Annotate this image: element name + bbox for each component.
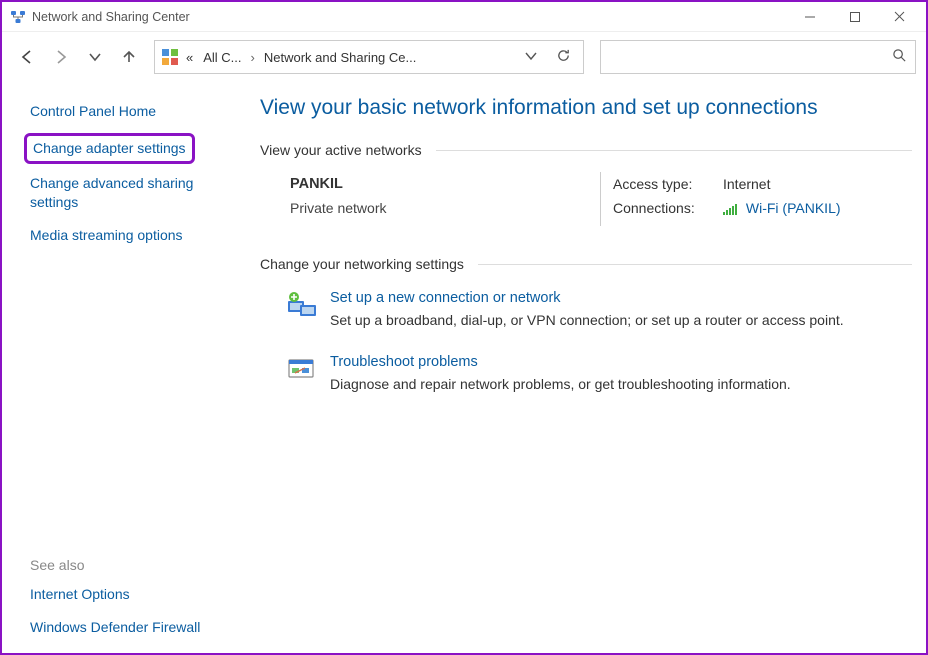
address-bar[interactable]: « All C... › Network and Sharing Ce... (154, 40, 584, 74)
minimize-button[interactable] (787, 3, 832, 31)
section-change-settings: Change your networking settings (260, 256, 474, 272)
sidebar: Control Panel Home Change adapter settin… (2, 82, 252, 653)
network-name: PANKIL (290, 176, 600, 192)
divider (478, 264, 912, 265)
item-setup-connection: Set up a new connection or network Set u… (286, 290, 912, 328)
titlebar: Network and Sharing Center (2, 2, 926, 32)
troubleshoot-link[interactable]: Troubleshoot problems (330, 354, 478, 370)
breadcrumb-overflow[interactable]: « (183, 50, 196, 65)
window-title: Network and Sharing Center (32, 10, 787, 24)
chevron-right-icon: › (249, 50, 257, 65)
breadcrumb-parent[interactable]: All C... (200, 50, 244, 65)
setup-connection-link[interactable]: Set up a new connection or network (330, 290, 561, 306)
refresh-button[interactable] (549, 48, 577, 66)
maximize-button[interactable] (832, 3, 877, 31)
access-type-label: Access type: (613, 176, 723, 192)
back-button[interactable] (12, 42, 42, 72)
network-type: Private network (290, 200, 600, 216)
see-also-label: See also (30, 557, 240, 573)
window-controls (787, 3, 922, 31)
recent-dropdown[interactable] (80, 42, 110, 72)
access-type-value: Internet (723, 176, 770, 192)
up-button[interactable] (114, 42, 144, 72)
link-internet-options[interactable]: Internet Options (30, 585, 130, 604)
link-control-panel-home[interactable]: Control Panel Home (30, 102, 156, 121)
setup-connection-icon (286, 292, 318, 324)
control-panel-icon (161, 48, 179, 66)
troubleshoot-icon (286, 356, 318, 388)
setup-connection-desc: Set up a broadband, dial-up, or VPN conn… (330, 312, 844, 328)
divider (436, 150, 912, 151)
link-change-adapter-settings[interactable]: Change adapter settings (24, 133, 195, 164)
search-box[interactable] (600, 40, 916, 74)
nav-toolbar: « All C... › Network and Sharing Ce... (2, 32, 926, 82)
active-network-panel: PANKIL Private network Access type: Inte… (260, 174, 912, 256)
connection-link[interactable]: Wi-Fi (PANKIL) (746, 200, 841, 216)
network-center-icon (10, 9, 26, 25)
wifi-signal-icon (723, 202, 738, 218)
search-icon[interactable] (892, 48, 907, 66)
troubleshoot-desc: Diagnose and repair network problems, or… (330, 376, 791, 392)
content: View your basic network information and … (252, 82, 926, 653)
link-change-advanced-sharing[interactable]: Change advanced sharing settings (30, 174, 210, 212)
breadcrumb-current[interactable]: Network and Sharing Ce... (261, 50, 419, 65)
close-button[interactable] (877, 3, 922, 31)
item-troubleshoot: Troubleshoot problems Diagnose and repai… (286, 354, 912, 392)
address-dropdown[interactable] (517, 50, 545, 65)
section-active-networks: View your active networks (260, 142, 432, 158)
page-heading: View your basic network information and … (260, 96, 912, 120)
link-media-streaming[interactable]: Media streaming options (30, 226, 183, 245)
connections-label: Connections: (613, 200, 723, 218)
search-input[interactable] (609, 49, 892, 66)
link-windows-defender-firewall[interactable]: Windows Defender Firewall (30, 618, 200, 637)
forward-button[interactable] (46, 42, 76, 72)
